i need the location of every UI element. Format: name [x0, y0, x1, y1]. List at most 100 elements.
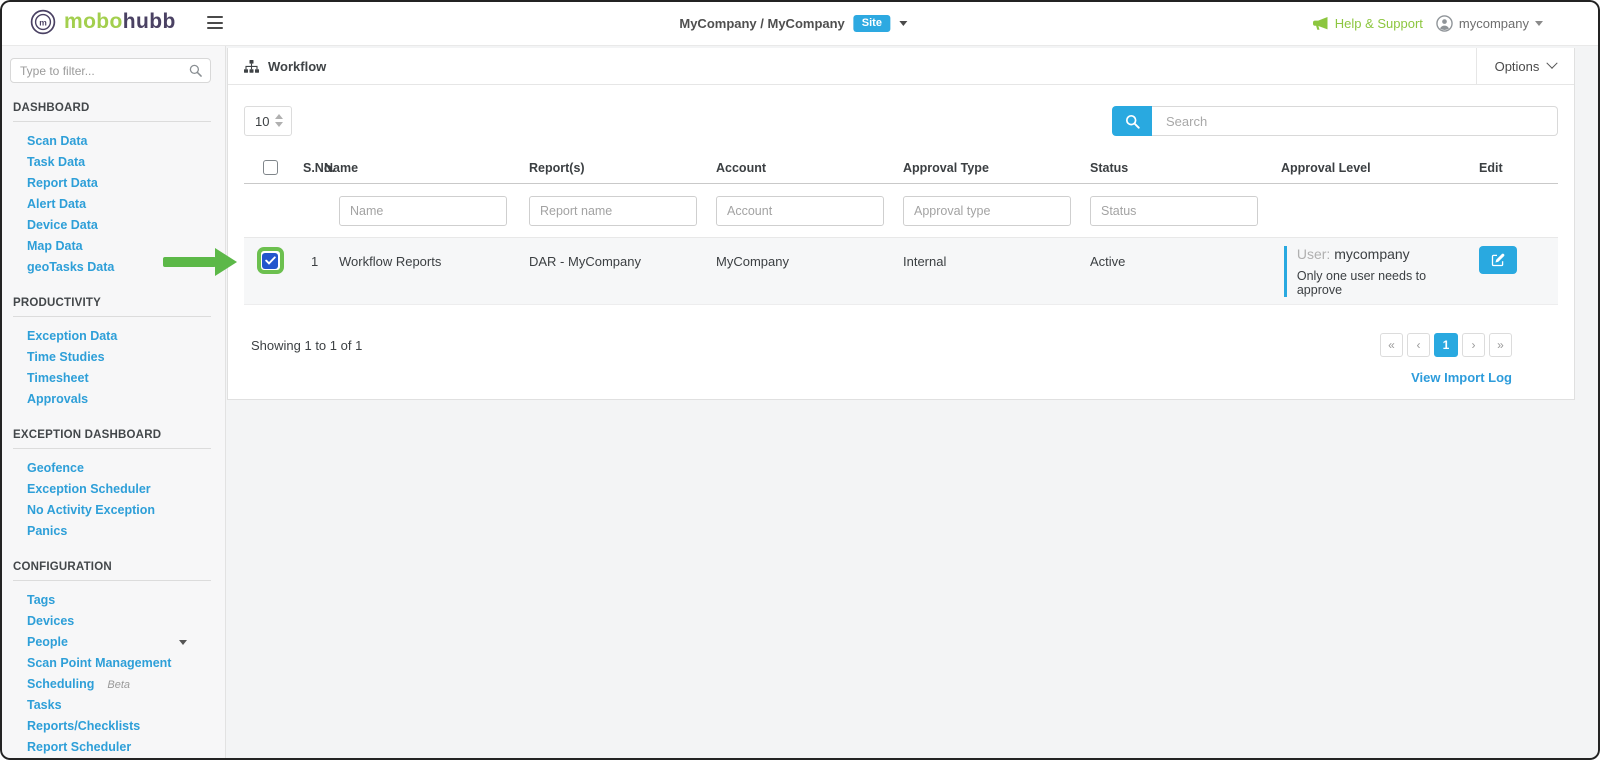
sidebar-item-scheduling[interactable]: Scheduling Beta — [0, 674, 225, 695]
table-row: 1 Workflow Reports DAR - MyCompany MyCom… — [244, 238, 1558, 305]
sidebar: DASHBOARD Scan Data Task Data Report Dat… — [0, 46, 226, 760]
sidebar-item-panics[interactable]: Panics — [0, 521, 225, 542]
page-title: Workflow — [268, 59, 326, 74]
section-title: DASHBOARD — [13, 102, 225, 114]
showing-text: Showing 1 to 1 of 1 — [251, 338, 362, 353]
sidebar-section-exception-dashboard: EXCEPTION DASHBOARD Geofence Exception S… — [0, 429, 225, 542]
svg-text:m: m — [39, 17, 47, 27]
sidebar-section-configuration: CONFIGURATION Tags Devices People Scan P… — [0, 561, 225, 758]
help-support-label: Help & Support — [1335, 16, 1423, 31]
options-label: Options — [1495, 59, 1540, 74]
sidebar-item-report-scheduler[interactable]: Report Scheduler — [0, 737, 225, 758]
sidebar-item-no-activity-exception[interactable]: No Activity Exception — [0, 500, 225, 521]
cell-reports: DAR - MyCompany — [522, 238, 709, 304]
filter-status-input[interactable] — [1090, 196, 1258, 226]
pagination: « ‹ 1 › » — [1380, 333, 1512, 357]
pagination-first-button[interactable]: « — [1380, 333, 1403, 357]
column-header-account[interactable]: Account — [709, 161, 896, 175]
approval-user-label: User: — [1297, 246, 1330, 262]
logo-text-hubb: hubb — [123, 10, 176, 33]
chevron-down-icon — [179, 640, 187, 645]
edit-button[interactable] — [1479, 246, 1517, 274]
topbar-actions: Help & Support mycompany — [1312, 0, 1543, 46]
sidebar-section-productivity: PRODUCTIVITY Exception Data Time Studies… — [0, 297, 225, 410]
search-button[interactable] — [1112, 106, 1152, 136]
topbar: m mobohubb MyCompany / MyCompany Site He… — [0, 0, 1600, 46]
sidebar-item-tasks[interactable]: Tasks — [0, 695, 225, 716]
breadcrumb[interactable]: MyCompany / MyCompany Site — [679, 0, 907, 46]
cell-approval-level: User: mycompany Only one user needs to a… — [1284, 246, 1466, 297]
section-title: EXCEPTION DASHBOARD — [13, 429, 225, 441]
sidebar-item-timesheet[interactable]: Timesheet — [0, 368, 225, 389]
filter-report-input[interactable] — [529, 196, 697, 226]
sidebar-item-report-data[interactable]: Report Data — [0, 173, 225, 194]
table-footer: Showing 1 to 1 of 1 « ‹ 1 › » — [244, 333, 1558, 357]
cell-name: Workflow Reports — [324, 238, 522, 304]
sidebar-item-alert-data[interactable]: Alert Data — [0, 194, 225, 215]
pagination-next-button[interactable]: › — [1462, 333, 1485, 357]
view-import-log-link[interactable]: View Import Log — [1411, 370, 1512, 385]
brand-logo-text: mobohubb — [64, 10, 176, 34]
table-header-row: S.No. Name Report(s) Account Approval Ty… — [244, 152, 1558, 184]
workflow-table: S.No. Name Report(s) Account Approval Ty… — [244, 152, 1558, 305]
row-checkbox[interactable] — [262, 253, 278, 269]
sidebar-item-scan-point-management[interactable]: Scan Point Management — [0, 653, 225, 674]
app-window: m mobohubb MyCompany / MyCompany Site He… — [0, 0, 1600, 760]
chevron-down-icon — [1547, 58, 1558, 69]
filter-account-input[interactable] — [716, 196, 884, 226]
sidebar-item-label: Scheduling — [27, 677, 94, 691]
arrow-head — [215, 248, 237, 276]
sidebar-item-geofence[interactable]: Geofence — [0, 458, 225, 479]
help-support-link[interactable]: Help & Support — [1312, 16, 1423, 31]
arrow-shaft — [163, 257, 216, 267]
sidebar-filter — [10, 58, 211, 83]
sidebar-item-devices[interactable]: Devices — [0, 611, 225, 632]
cell-account: MyCompany — [709, 238, 896, 304]
sidebar-item-time-studies[interactable]: Time Studies — [0, 347, 225, 368]
sidebar-item-scan-data[interactable]: Scan Data — [0, 131, 225, 152]
column-header-approval-type[interactable]: Approval Type — [896, 161, 1083, 175]
table-filter-row — [244, 184, 1558, 238]
page-size-selector[interactable]: 10 — [244, 106, 292, 136]
search-icon — [189, 64, 202, 77]
sidebar-item-task-data[interactable]: Task Data — [0, 152, 225, 173]
column-header-approval-level[interactable]: Approval Level — [1270, 161, 1466, 175]
main-area: Workflow Options 10 — [226, 46, 1600, 760]
sidebar-item-tags[interactable]: Tags — [0, 590, 225, 611]
filter-name-input[interactable] — [339, 196, 507, 226]
username-label: mycompany — [1459, 16, 1529, 31]
column-header-status[interactable]: Status — [1083, 161, 1270, 175]
section-title: PRODUCTIVITY — [13, 297, 225, 309]
spinner-arrows-icon[interactable] — [275, 114, 283, 127]
menu-toggle-icon[interactable] — [207, 16, 223, 33]
table-search — [1112, 106, 1558, 136]
section-title: CONFIGURATION — [13, 561, 225, 573]
user-menu[interactable]: mycompany — [1436, 15, 1543, 32]
pagination-last-button[interactable]: » — [1489, 333, 1512, 357]
sidebar-item-device-data[interactable]: Device Data — [0, 215, 225, 236]
column-header-reports[interactable]: Report(s) — [522, 161, 709, 175]
sidebar-item-exception-scheduler[interactable]: Exception Scheduler — [0, 479, 225, 500]
beta-badge: Beta — [107, 679, 130, 691]
pagination-page-1-button[interactable]: 1 — [1434, 333, 1458, 357]
options-dropdown[interactable]: Options — [1476, 48, 1574, 84]
page-size-value: 10 — [255, 114, 269, 129]
sidebar-item-reports-checklists[interactable]: Reports/Checklists — [0, 716, 225, 737]
approval-user-value: mycompany — [1334, 246, 1409, 262]
sidebar-item-approvals[interactable]: Approvals — [0, 389, 225, 410]
sidebar-item-people[interactable]: People — [0, 632, 225, 653]
workflow-panel: Workflow Options 10 — [227, 48, 1575, 400]
select-all-checkbox[interactable] — [263, 160, 278, 175]
brand-logo-icon: m — [30, 9, 56, 35]
column-header-sno[interactable]: S.No. — [296, 161, 324, 175]
sidebar-item-exception-data[interactable]: Exception Data — [0, 326, 225, 347]
search-input[interactable] — [1152, 106, 1558, 136]
filter-approval-type-input[interactable] — [903, 196, 1071, 226]
column-header-name[interactable]: Name — [324, 161, 522, 175]
chevron-down-icon — [1535, 21, 1543, 26]
pagination-prev-button[interactable]: ‹ — [1407, 333, 1430, 357]
import-log-row: View Import Log — [244, 369, 1558, 387]
annotation-arrow-icon — [163, 248, 237, 276]
brand-logo[interactable]: m mobohubb — [30, 9, 176, 35]
sidebar-filter-input[interactable] — [11, 59, 210, 82]
